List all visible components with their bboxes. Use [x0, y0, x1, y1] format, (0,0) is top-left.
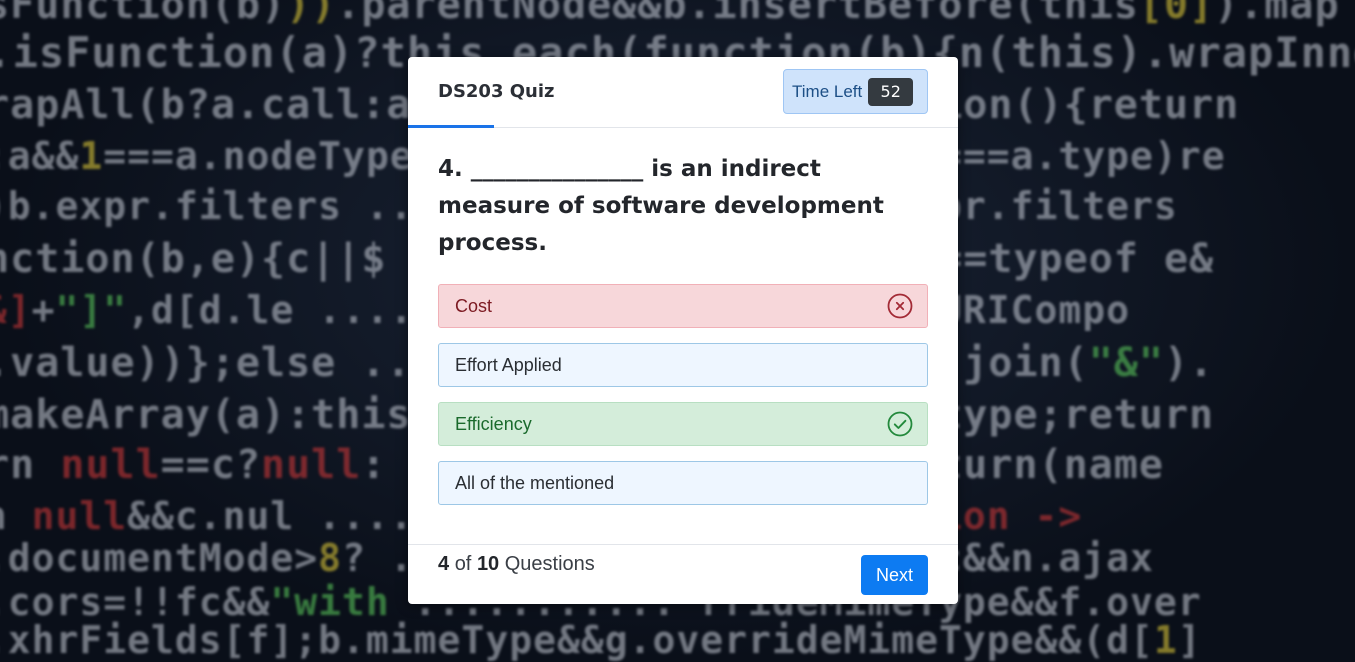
answer-options: Cost Effort Applied Efficiency All of th… — [438, 284, 928, 520]
option-label: Efficiency — [455, 413, 532, 434]
question-counter: 4 of 10 Questions — [438, 553, 595, 576]
timer-label: Time Left — [792, 81, 863, 101]
timer-box: Time Left 52 — [783, 69, 928, 114]
total-questions-number: 10 — [476, 553, 500, 575]
option-label: Cost — [455, 295, 493, 316]
option-effort-applied[interactable]: Effort Applied — [438, 343, 928, 387]
of-word: of — [454, 553, 472, 575]
option-label: Effort Applied — [455, 354, 562, 375]
quiz-title: DS203 Quiz — [438, 81, 555, 102]
x-circle-icon — [887, 293, 913, 319]
current-question-number: 4 — [438, 553, 450, 575]
questions-word: Questions — [504, 553, 595, 575]
title-underline — [408, 125, 494, 128]
check-circle-icon — [887, 411, 913, 437]
option-label: All of the mentioned — [455, 472, 615, 493]
option-all-of-the-mentioned[interactable]: All of the mentioned — [438, 461, 928, 505]
quiz-card: DS203 Quiz Time Left 52 4. _____________… — [408, 57, 958, 604]
quiz-header: DS203 Quiz Time Left 52 — [408, 57, 958, 128]
quiz-footer: 4 of 10 Questions Next — [408, 544, 958, 604]
timer-value-badge: 52 — [868, 77, 914, 106]
option-cost[interactable]: Cost — [438, 284, 928, 328]
question-text: 4. _______________ is an indirect measur… — [438, 156, 884, 256]
option-efficiency[interactable]: Efficiency — [438, 402, 928, 446]
next-button[interactable]: Next — [861, 555, 928, 595]
